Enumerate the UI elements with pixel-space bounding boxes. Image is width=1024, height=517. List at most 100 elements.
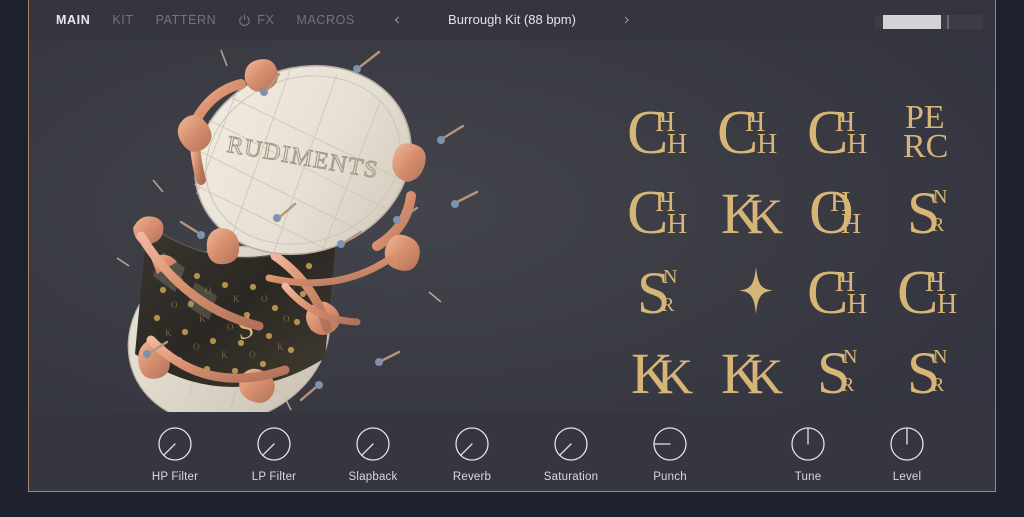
- svg-text:O: O: [249, 350, 256, 360]
- pad-grid: C H H C H H C H H PE RC C H H K K O H H …: [621, 90, 957, 410]
- master-volume-fill: [883, 15, 941, 29]
- pad-glyph-kk: K K: [631, 341, 693, 406]
- knob-level[interactable]: Level: [859, 423, 955, 483]
- pad-glyph-kk: K K: [721, 181, 783, 246]
- master-volume-slider[interactable]: [875, 15, 983, 29]
- knob-label-reverb: Reverb: [452, 471, 492, 483]
- knob-dial-punch[interactable]: [649, 423, 691, 465]
- svg-text:K: K: [233, 294, 240, 304]
- svg-text:N: N: [933, 346, 947, 368]
- knob-dial-reverb[interactable]: [451, 423, 493, 465]
- pad-kk-2[interactable]: K K: [621, 330, 711, 410]
- main-stage: KOK OK OKO KO KOK OK S: [29, 40, 995, 412]
- macro-knob-row: HP Filter LP Filter Slapback Reverb Satu…: [29, 412, 995, 491]
- pad-chh-2[interactable]: C H H: [711, 90, 801, 170]
- pad-snr-2[interactable]: S N R: [621, 250, 711, 330]
- svg-text:H: H: [757, 129, 777, 160]
- svg-text:H: H: [667, 209, 687, 240]
- pad-glyph-chh: C H H: [807, 99, 867, 167]
- power-icon[interactable]: [238, 13, 251, 27]
- knob-label-level: Level: [892, 471, 922, 483]
- next-kit-button[interactable]: ›: [607, 9, 647, 31]
- knob-dial-tune[interactable]: [787, 423, 829, 465]
- svg-text:K: K: [165, 328, 172, 338]
- knob-lp-filter[interactable]: LP Filter: [226, 423, 322, 483]
- knob-label-slapback: Slapback: [348, 471, 398, 483]
- svg-text:K: K: [747, 188, 783, 244]
- knob-dial-slapback[interactable]: [352, 423, 394, 465]
- svg-text:O: O: [261, 294, 268, 304]
- tab-kit[interactable]: KIT: [101, 9, 144, 31]
- knob-dial-hp-filter[interactable]: [154, 423, 196, 465]
- pad-glyph-chh: C H H: [897, 259, 957, 327]
- pad-chh-3[interactable]: C H H: [801, 90, 891, 170]
- pad-perc[interactable]: PE RC: [891, 90, 981, 170]
- tab-macros[interactable]: MACROS: [285, 9, 365, 31]
- svg-text:H: H: [841, 209, 861, 240]
- knob-label-punch: Punch: [653, 471, 687, 483]
- svg-text:O: O: [171, 300, 178, 310]
- pad-chh-5[interactable]: C H H: [801, 250, 891, 330]
- knob-hp-filter[interactable]: HP Filter: [127, 423, 223, 483]
- knob-dial-level[interactable]: [886, 423, 928, 465]
- tab-fx-label[interactable]: FX: [257, 13, 274, 27]
- pad-kk-3[interactable]: K K: [711, 330, 801, 410]
- pad-glyph-chh: C H H: [717, 99, 777, 167]
- knob-label-lp-filter: LP Filter: [251, 471, 297, 483]
- pad-snr-3[interactable]: S N R: [801, 330, 891, 410]
- knob-slapback[interactable]: Slapback: [325, 423, 421, 483]
- svg-text:K: K: [277, 342, 284, 352]
- svg-text:RC: RC: [903, 128, 948, 165]
- pad-snr-1[interactable]: S N R: [891, 170, 981, 250]
- pad-sparkle[interactable]: [711, 250, 801, 330]
- snare-drum-render: KOK OK OKO KO KOK OK S: [89, 40, 509, 412]
- svg-text:H: H: [847, 129, 867, 160]
- svg-text:K: K: [747, 348, 783, 404]
- pad-glyph-kk: K K: [721, 341, 783, 406]
- knob-punch[interactable]: Punch: [622, 423, 718, 483]
- pad-chh-1[interactable]: C H H: [621, 90, 711, 170]
- pad-chh-4[interactable]: C H H: [621, 170, 711, 250]
- svg-text:K: K: [657, 348, 693, 404]
- top-navigation-bar: MAIN KIT PATTERN FX MACROS ‹ Burrough Ki…: [29, 0, 995, 40]
- knob-saturation[interactable]: Saturation: [523, 423, 619, 483]
- tab-pattern[interactable]: PATTERN: [145, 9, 228, 31]
- svg-text:N: N: [663, 266, 677, 288]
- svg-text:R: R: [661, 294, 675, 316]
- pad-glyph-perc: PE RC: [903, 99, 948, 165]
- pad-chh-6[interactable]: C H H: [891, 250, 981, 330]
- pad-glyph-snr: S N R: [907, 180, 947, 246]
- knob-reverb[interactable]: Reverb: [424, 423, 520, 483]
- svg-text:H: H: [937, 289, 957, 320]
- pad-glyph-snr: S N R: [817, 340, 857, 406]
- pad-kk-1[interactable]: K K: [711, 170, 801, 250]
- kit-name-display[interactable]: Burrough Kit (88 bpm): [417, 9, 607, 31]
- svg-text:O: O: [283, 314, 290, 324]
- sparkle-icon: [739, 267, 773, 314]
- svg-text:H: H: [847, 289, 867, 320]
- pad-glyph-ohh: O H H: [809, 179, 861, 247]
- pad-glyph-chh: C H H: [627, 179, 687, 247]
- tab-main[interactable]: MAIN: [45, 9, 101, 31]
- pad-glyph-snr: S N R: [907, 340, 947, 406]
- pad-glyph-chh: C H H: [627, 99, 687, 167]
- svg-text:R: R: [841, 374, 855, 396]
- svg-text:O: O: [227, 322, 234, 332]
- pad-glyph-chh: C H H: [807, 259, 867, 327]
- knob-tune[interactable]: Tune: [760, 423, 856, 483]
- master-volume-tick: [947, 15, 949, 29]
- knob-label-tune: Tune: [794, 471, 822, 483]
- pad-snr-4[interactable]: S N R: [891, 330, 981, 410]
- svg-text:N: N: [843, 346, 857, 368]
- plugin-window: MAIN KIT PATTERN FX MACROS ‹ Burrough Ki…: [28, 0, 996, 492]
- pad-ohh[interactable]: O H H: [801, 170, 891, 250]
- knob-dial-lp-filter[interactable]: [253, 423, 295, 465]
- prev-kit-button[interactable]: ‹: [377, 9, 417, 31]
- svg-text:K: K: [221, 350, 228, 360]
- svg-text:R: R: [931, 374, 945, 396]
- svg-text:O: O: [193, 342, 200, 352]
- pad-glyph-snr: S N R: [637, 260, 677, 326]
- tab-fx[interactable]: FX: [227, 9, 285, 31]
- kit-navigator: ‹ Burrough Kit (88 bpm) ›: [377, 9, 647, 31]
- knob-dial-saturation[interactable]: [550, 423, 592, 465]
